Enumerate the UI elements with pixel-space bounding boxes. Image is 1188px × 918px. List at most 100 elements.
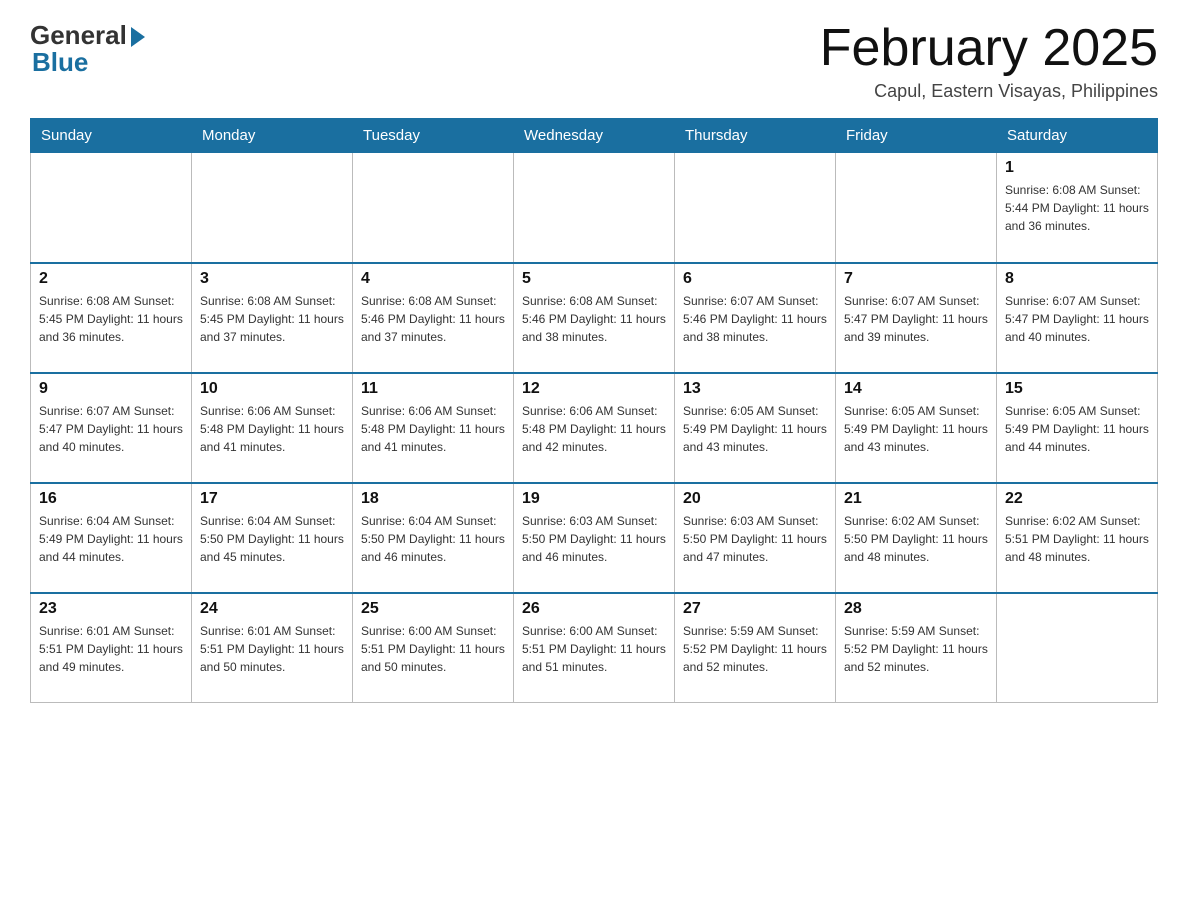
calendar-cell [836,153,997,263]
day-number: 12 [522,380,666,398]
day-info-text: Sunrise: 6:05 AM Sunset: 5:49 PM Dayligh… [683,402,827,456]
calendar-cell: 16 Sunrise: 6:04 AM Sunset: 5:49 PM Dayli… [31,483,192,593]
calendar-cell: 27 Sunrise: 5:59 AM Sunset: 5:52 PM Dayli… [675,593,836,703]
calendar-cell: 3 Sunrise: 6:08 AM Sunset: 5:45 PM Daylig… [192,263,353,373]
day-of-week-header: Saturday [997,119,1158,153]
day-number: 10 [200,380,344,398]
calendar-cell: 1Sunrise: 6:08 AM Sunset: 5:44 PM Daylig… [997,153,1158,263]
day-of-week-header: Wednesday [514,119,675,153]
day-number: 21 [844,490,988,508]
day-number: 26 [522,600,666,618]
calendar-cell: 22Sunrise: 6:02 AM Sunset: 5:51 PM Dayli… [997,483,1158,593]
calendar-cell: 6 Sunrise: 6:07 AM Sunset: 5:46 PM Daylig… [675,263,836,373]
day-number: 23 [39,600,183,618]
day-info-text: Sunrise: 6:07 AM Sunset: 5:47 PM Dayligh… [39,402,183,456]
calendar-cell: 20 Sunrise: 6:03 AM Sunset: 5:50 PM Dayli… [675,483,836,593]
day-info-text: Sunrise: 6:01 AM Sunset: 5:51 PM Dayligh… [200,622,344,676]
calendar-cell: 21Sunrise: 6:02 AM Sunset: 5:50 PM Dayli… [836,483,997,593]
day-info-text: Sunrise: 6:04 AM Sunset: 5:50 PM Dayligh… [200,512,344,566]
calendar-cell [514,153,675,263]
location-text: Capul, Eastern Visayas, Philippines [820,81,1158,102]
day-number: 14 [844,380,988,398]
day-info-text: Sunrise: 6:08 AM Sunset: 5:46 PM Dayligh… [361,292,505,346]
day-of-week-header: Friday [836,119,997,153]
day-number: 13 [683,380,827,398]
calendar-cell: 12 Sunrise: 6:06 AM Sunset: 5:48 PM Dayli… [514,373,675,483]
calendar-cell: 13 Sunrise: 6:05 AM Sunset: 5:49 PM Dayli… [675,373,836,483]
calendar-cell: 15 Sunrise: 6:05 AM Sunset: 5:49 PM Dayli… [997,373,1158,483]
day-of-week-header: Monday [192,119,353,153]
day-info-text: Sunrise: 6:08 AM Sunset: 5:44 PM Dayligh… [1005,181,1149,235]
day-info-text: Sunrise: 6:07 AM Sunset: 5:46 PM Dayligh… [683,292,827,346]
calendar-week-row: 9 Sunrise: 6:07 AM Sunset: 5:47 PM Daylig… [31,373,1158,483]
day-info-text: Sunrise: 6:07 AM Sunset: 5:47 PM Dayligh… [844,292,988,346]
day-of-week-header: Thursday [675,119,836,153]
calendar-cell: 14 Sunrise: 6:05 AM Sunset: 5:49 PM Dayli… [836,373,997,483]
day-info-text: Sunrise: 5:59 AM Sunset: 5:52 PM Dayligh… [844,622,988,676]
day-info-text: Sunrise: 6:08 AM Sunset: 5:45 PM Dayligh… [200,292,344,346]
calendar-cell: 17Sunrise: 6:04 AM Sunset: 5:50 PM Dayli… [192,483,353,593]
calendar-cell: 19 Sunrise: 6:03 AM Sunset: 5:50 PM Dayli… [514,483,675,593]
title-block: February 2025 Capul, Eastern Visayas, Ph… [820,20,1158,102]
calendar-cell [31,153,192,263]
month-title: February 2025 [820,20,1158,77]
day-number: 18 [361,490,505,508]
logo-blue-text: Blue [32,47,88,78]
calendar-cell [675,153,836,263]
day-number: 4 [361,270,505,288]
logo-arrow-icon [131,27,145,47]
calendar-cell: 10 Sunrise: 6:06 AM Sunset: 5:48 PM Dayli… [192,373,353,483]
calendar-header-row: SundayMondayTuesdayWednesdayThursdayFrid… [31,119,1158,153]
calendar-cell: 23 Sunrise: 6:01 AM Sunset: 5:51 PM Dayli… [31,593,192,703]
day-info-text: Sunrise: 6:08 AM Sunset: 5:45 PM Dayligh… [39,292,183,346]
day-of-week-header: Tuesday [353,119,514,153]
calendar-week-row: 2 Sunrise: 6:08 AM Sunset: 5:45 PM Daylig… [31,263,1158,373]
day-number: 6 [683,270,827,288]
day-number: 27 [683,600,827,618]
day-number: 15 [1005,380,1149,398]
day-number: 19 [522,490,666,508]
day-info-text: Sunrise: 6:07 AM Sunset: 5:47 PM Dayligh… [1005,292,1149,346]
day-info-text: Sunrise: 6:06 AM Sunset: 5:48 PM Dayligh… [522,402,666,456]
calendar-cell: 24 Sunrise: 6:01 AM Sunset: 5:51 PM Dayli… [192,593,353,703]
calendar-cell [353,153,514,263]
day-number: 20 [683,490,827,508]
day-info-text: Sunrise: 6:08 AM Sunset: 5:46 PM Dayligh… [522,292,666,346]
day-info-text: Sunrise: 6:00 AM Sunset: 5:51 PM Dayligh… [361,622,505,676]
day-info-text: Sunrise: 6:01 AM Sunset: 5:51 PM Dayligh… [39,622,183,676]
calendar-cell: 7 Sunrise: 6:07 AM Sunset: 5:47 PM Daylig… [836,263,997,373]
day-info-text: Sunrise: 6:00 AM Sunset: 5:51 PM Dayligh… [522,622,666,676]
calendar-cell: 5Sunrise: 6:08 AM Sunset: 5:46 PM Daylig… [514,263,675,373]
calendar-cell: 2 Sunrise: 6:08 AM Sunset: 5:45 PM Daylig… [31,263,192,373]
calendar-cell: 26 Sunrise: 6:00 AM Sunset: 5:51 PM Dayli… [514,593,675,703]
calendar-cell: 28Sunrise: 5:59 AM Sunset: 5:52 PM Dayli… [836,593,997,703]
calendar-week-row: 16 Sunrise: 6:04 AM Sunset: 5:49 PM Dayli… [31,483,1158,593]
day-number: 8 [1005,270,1149,288]
day-info-text: Sunrise: 6:06 AM Sunset: 5:48 PM Dayligh… [361,402,505,456]
calendar-cell: 9 Sunrise: 6:07 AM Sunset: 5:47 PM Daylig… [31,373,192,483]
day-number: 24 [200,600,344,618]
day-info-text: Sunrise: 6:06 AM Sunset: 5:48 PM Dayligh… [200,402,344,456]
day-info-text: Sunrise: 6:05 AM Sunset: 5:49 PM Dayligh… [844,402,988,456]
calendar-cell [997,593,1158,703]
day-number: 7 [844,270,988,288]
calendar-table: SundayMondayTuesdayWednesdayThursdayFrid… [30,118,1158,703]
day-number: 9 [39,380,183,398]
day-info-text: Sunrise: 6:04 AM Sunset: 5:49 PM Dayligh… [39,512,183,566]
day-info-text: Sunrise: 6:03 AM Sunset: 5:50 PM Dayligh… [683,512,827,566]
day-number: 2 [39,270,183,288]
day-number: 25 [361,600,505,618]
day-info-text: Sunrise: 6:05 AM Sunset: 5:49 PM Dayligh… [1005,402,1149,456]
page-header: General Blue February 2025 Capul, Easter… [30,20,1158,102]
logo: General Blue [30,20,145,78]
day-info-text: Sunrise: 6:04 AM Sunset: 5:50 PM Dayligh… [361,512,505,566]
calendar-cell: 11 Sunrise: 6:06 AM Sunset: 5:48 PM Dayli… [353,373,514,483]
day-number: 22 [1005,490,1149,508]
day-info-text: Sunrise: 6:03 AM Sunset: 5:50 PM Dayligh… [522,512,666,566]
day-number: 11 [361,380,505,398]
calendar-week-row: 23 Sunrise: 6:01 AM Sunset: 5:51 PM Dayli… [31,593,1158,703]
day-number: 16 [39,490,183,508]
calendar-cell: 4 Sunrise: 6:08 AM Sunset: 5:46 PM Daylig… [353,263,514,373]
day-info-text: Sunrise: 5:59 AM Sunset: 5:52 PM Dayligh… [683,622,827,676]
day-number: 3 [200,270,344,288]
